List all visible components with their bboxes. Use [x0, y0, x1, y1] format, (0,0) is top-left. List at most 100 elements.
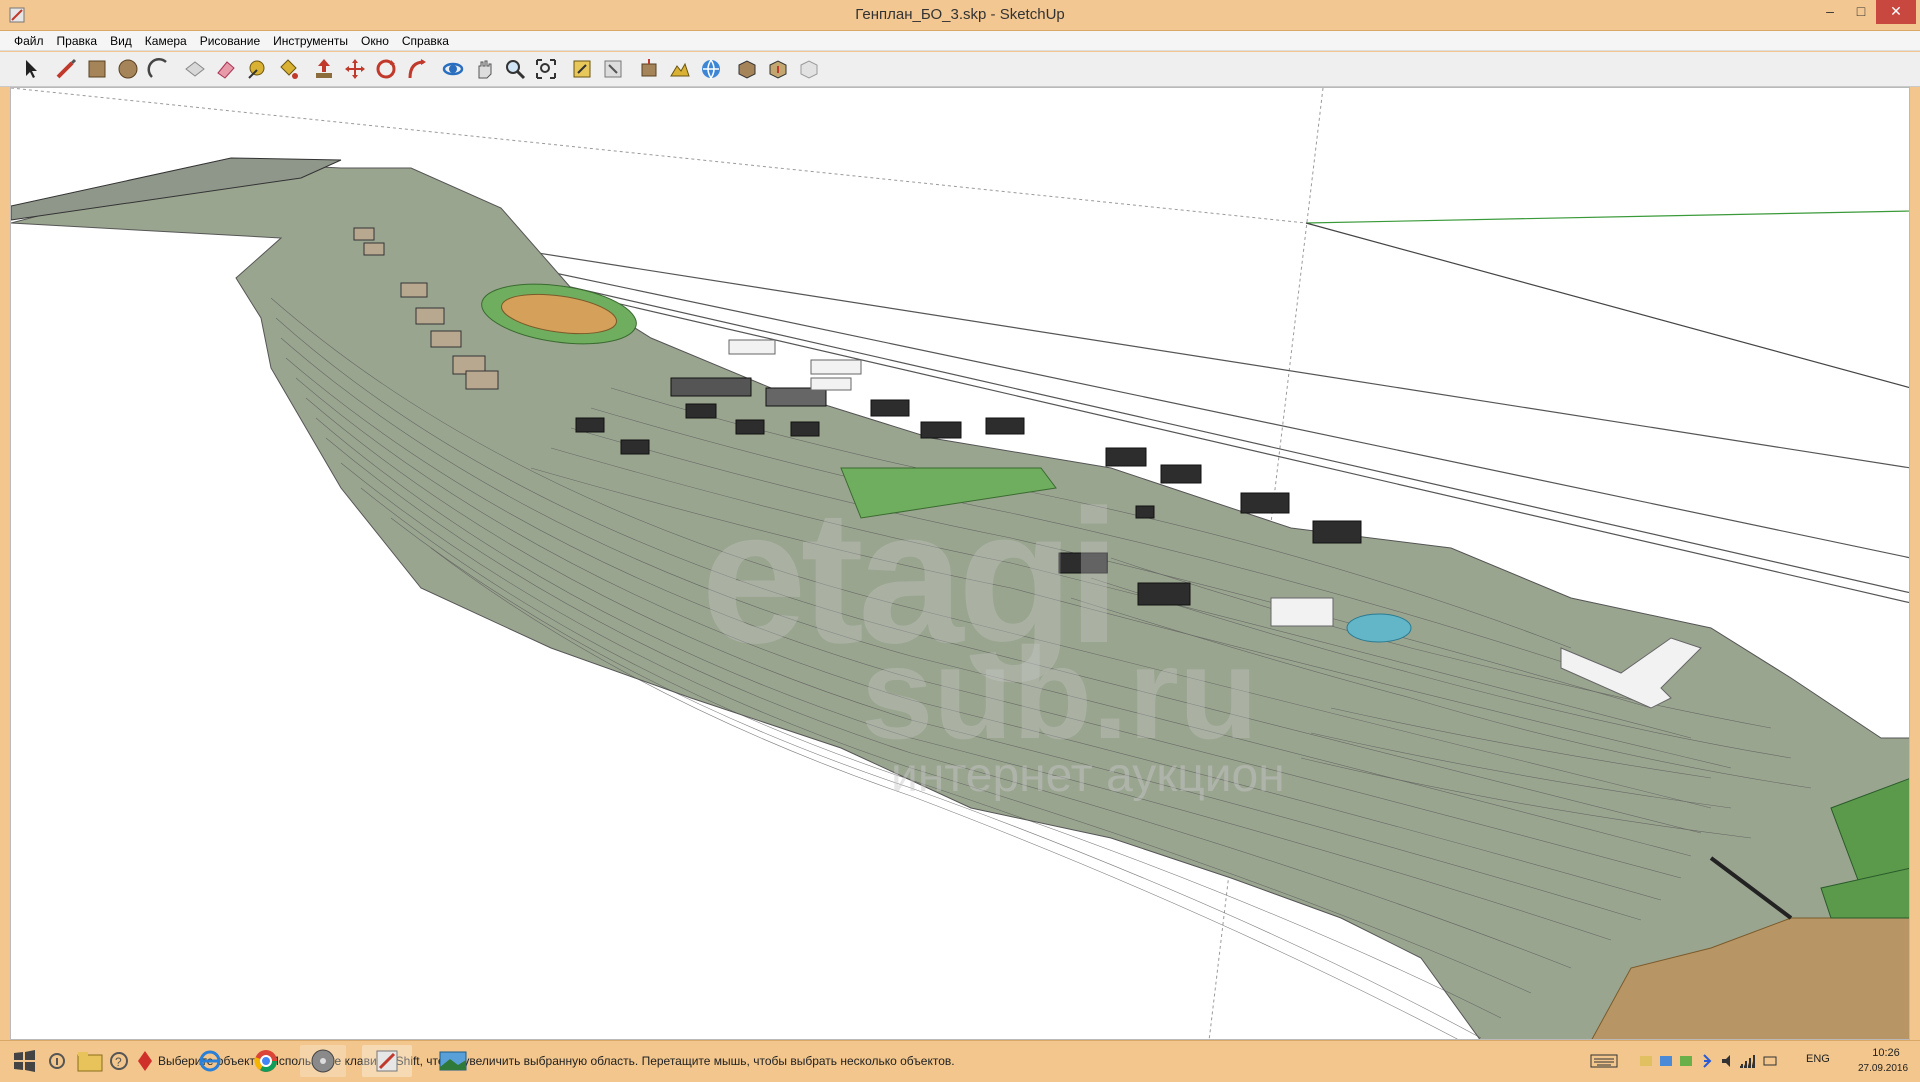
- swimming-pool: [1346, 613, 1412, 643]
- tray-security-icon: [1680, 1056, 1692, 1066]
- extension-manager-icon: [796, 56, 822, 82]
- arc-icon: [146, 56, 172, 82]
- taskbar-poker-app[interactable]: [130, 1045, 160, 1077]
- poker-app-icon: [130, 1051, 160, 1081]
- language-indicator[interactable]: ENG: [1806, 1053, 1830, 1065]
- extension-manager-button[interactable]: [796, 56, 822, 82]
- minimize-button[interactable]: –: [1815, 0, 1845, 24]
- green-axis-line: [1305, 210, 1909, 224]
- paint-bucket-button[interactable]: [275, 56, 301, 82]
- follow-me-button[interactable]: [404, 56, 430, 82]
- windows-start-icon: [4, 1050, 44, 1081]
- menu-window[interactable]: Окно: [361, 34, 389, 48]
- watermark-logo-bottom: sub.ru: [861, 620, 1259, 766]
- taskbar-file-explorer[interactable]: [70, 1045, 110, 1077]
- maximize-button[interactable]: □: [1846, 0, 1876, 24]
- move-icon: [342, 56, 368, 82]
- circle-tool-button[interactable]: [115, 56, 141, 82]
- push-pull-icon: [311, 56, 337, 82]
- chrome-icon: [246, 1050, 286, 1081]
- menu-tools[interactable]: Инструменты: [273, 34, 348, 48]
- red-axis-line: [1305, 222, 1909, 389]
- pan-button[interactable]: [471, 56, 497, 82]
- get-models-icon: [698, 56, 724, 82]
- menu-file[interactable]: Файл: [14, 34, 44, 48]
- main-toolbar: [0, 52, 1920, 87]
- title-bar: Генплан_БО_3.skp - SketchUp – □ ✕: [0, 0, 1920, 31]
- follow-me-icon: [404, 56, 430, 82]
- pencil-line-icon: [53, 56, 79, 82]
- tray-icons[interactable]: [1640, 1053, 1780, 1072]
- select-arrow-icon: [17, 56, 43, 82]
- menu-bar: Файл Правка Вид Камера Рисование Инструм…: [0, 31, 1920, 51]
- signal-icon: [1740, 1055, 1755, 1068]
- tape-measure-icon: [244, 56, 270, 82]
- menu-camera[interactable]: Камера: [145, 34, 187, 48]
- zoom-extents-button[interactable]: [533, 56, 559, 82]
- volume-icon: [1722, 1055, 1730, 1067]
- eraser-icon: [213, 56, 239, 82]
- orbit-icon: [440, 56, 466, 82]
- taskbar-photo-viewer[interactable]: [428, 1045, 478, 1077]
- rotate-tool-button[interactable]: [373, 56, 399, 82]
- clock-date[interactable]: 27.09.2016: [1848, 1063, 1918, 1074]
- disc-app-icon: [300, 1049, 346, 1081]
- taskbar-chrome[interactable]: [246, 1045, 286, 1077]
- get-models-button[interactable]: [698, 56, 724, 82]
- zoom-button[interactable]: [502, 56, 528, 82]
- clock-time[interactable]: 10:26: [1856, 1047, 1916, 1059]
- make-component-icon: [182, 56, 208, 82]
- pan-hand-icon: [471, 56, 497, 82]
- push-pull-button[interactable]: [311, 56, 337, 82]
- circle-icon: [115, 56, 141, 82]
- share-model-button[interactable]: [734, 56, 760, 82]
- info-button[interactable]: [46, 1045, 68, 1077]
- bluetooth-icon: [1703, 1054, 1712, 1068]
- arc-tool-button[interactable]: [146, 56, 172, 82]
- share-model-icon: [734, 56, 760, 82]
- previous-view-icon: [569, 56, 595, 82]
- svg-text:?: ?: [115, 1055, 122, 1069]
- rectangle-icon: [84, 56, 110, 82]
- extension-warehouse-icon: [765, 56, 791, 82]
- menu-draw[interactable]: Рисование: [200, 34, 260, 48]
- extension-warehouse-button[interactable]: [765, 56, 791, 82]
- add-location-button[interactable]: [636, 56, 662, 82]
- zoom-icon: [502, 56, 528, 82]
- make-component-button[interactable]: [182, 56, 208, 82]
- info-icon: [46, 1053, 68, 1081]
- select-tool-button[interactable]: [17, 56, 43, 82]
- taskbar-disc-app[interactable]: [300, 1045, 346, 1077]
- taskbar-sketchup[interactable]: [362, 1045, 412, 1077]
- rectangle-tool-button[interactable]: [84, 56, 110, 82]
- tape-measure-button[interactable]: [244, 56, 270, 82]
- rotate-icon: [373, 56, 399, 82]
- line-tool-button[interactable]: [53, 56, 79, 82]
- battery-icon: [1763, 1056, 1777, 1066]
- zoom-extents-icon: [533, 56, 559, 82]
- add-location-icon: [636, 56, 662, 82]
- model-viewport[interactable]: etagi sub.ru интернет аукцион: [10, 87, 1910, 1040]
- tray-network-app-icon: [1660, 1056, 1672, 1066]
- keyboard-icon[interactable]: [1590, 1053, 1618, 1072]
- menu-view[interactable]: Вид: [110, 34, 132, 48]
- start-button[interactable]: [4, 1045, 44, 1077]
- paint-bucket-icon: [275, 56, 301, 82]
- help-icon: ?: [108, 1052, 130, 1081]
- tray-app-icon: [1640, 1056, 1652, 1066]
- toggle-terrain-button[interactable]: [667, 56, 693, 82]
- close-button[interactable]: ✕: [1876, 0, 1916, 24]
- eraser-tool-button[interactable]: [213, 56, 239, 82]
- file-explorer-icon: [70, 1052, 110, 1081]
- taskbar-help[interactable]: ?: [108, 1045, 130, 1077]
- menu-edit[interactable]: Правка: [57, 34, 98, 48]
- next-view-button[interactable]: [600, 56, 626, 82]
- taskbar-internet-explorer[interactable]: [190, 1045, 230, 1077]
- previous-view-button[interactable]: [569, 56, 595, 82]
- menu-help[interactable]: Справка: [402, 34, 449, 48]
- next-view-icon: [600, 56, 626, 82]
- move-tool-button[interactable]: [342, 56, 368, 82]
- window-title: Генплан_БО_3.skp - SketchUp: [855, 6, 1065, 23]
- sketchup-icon: [362, 1050, 412, 1081]
- orbit-button[interactable]: [440, 56, 466, 82]
